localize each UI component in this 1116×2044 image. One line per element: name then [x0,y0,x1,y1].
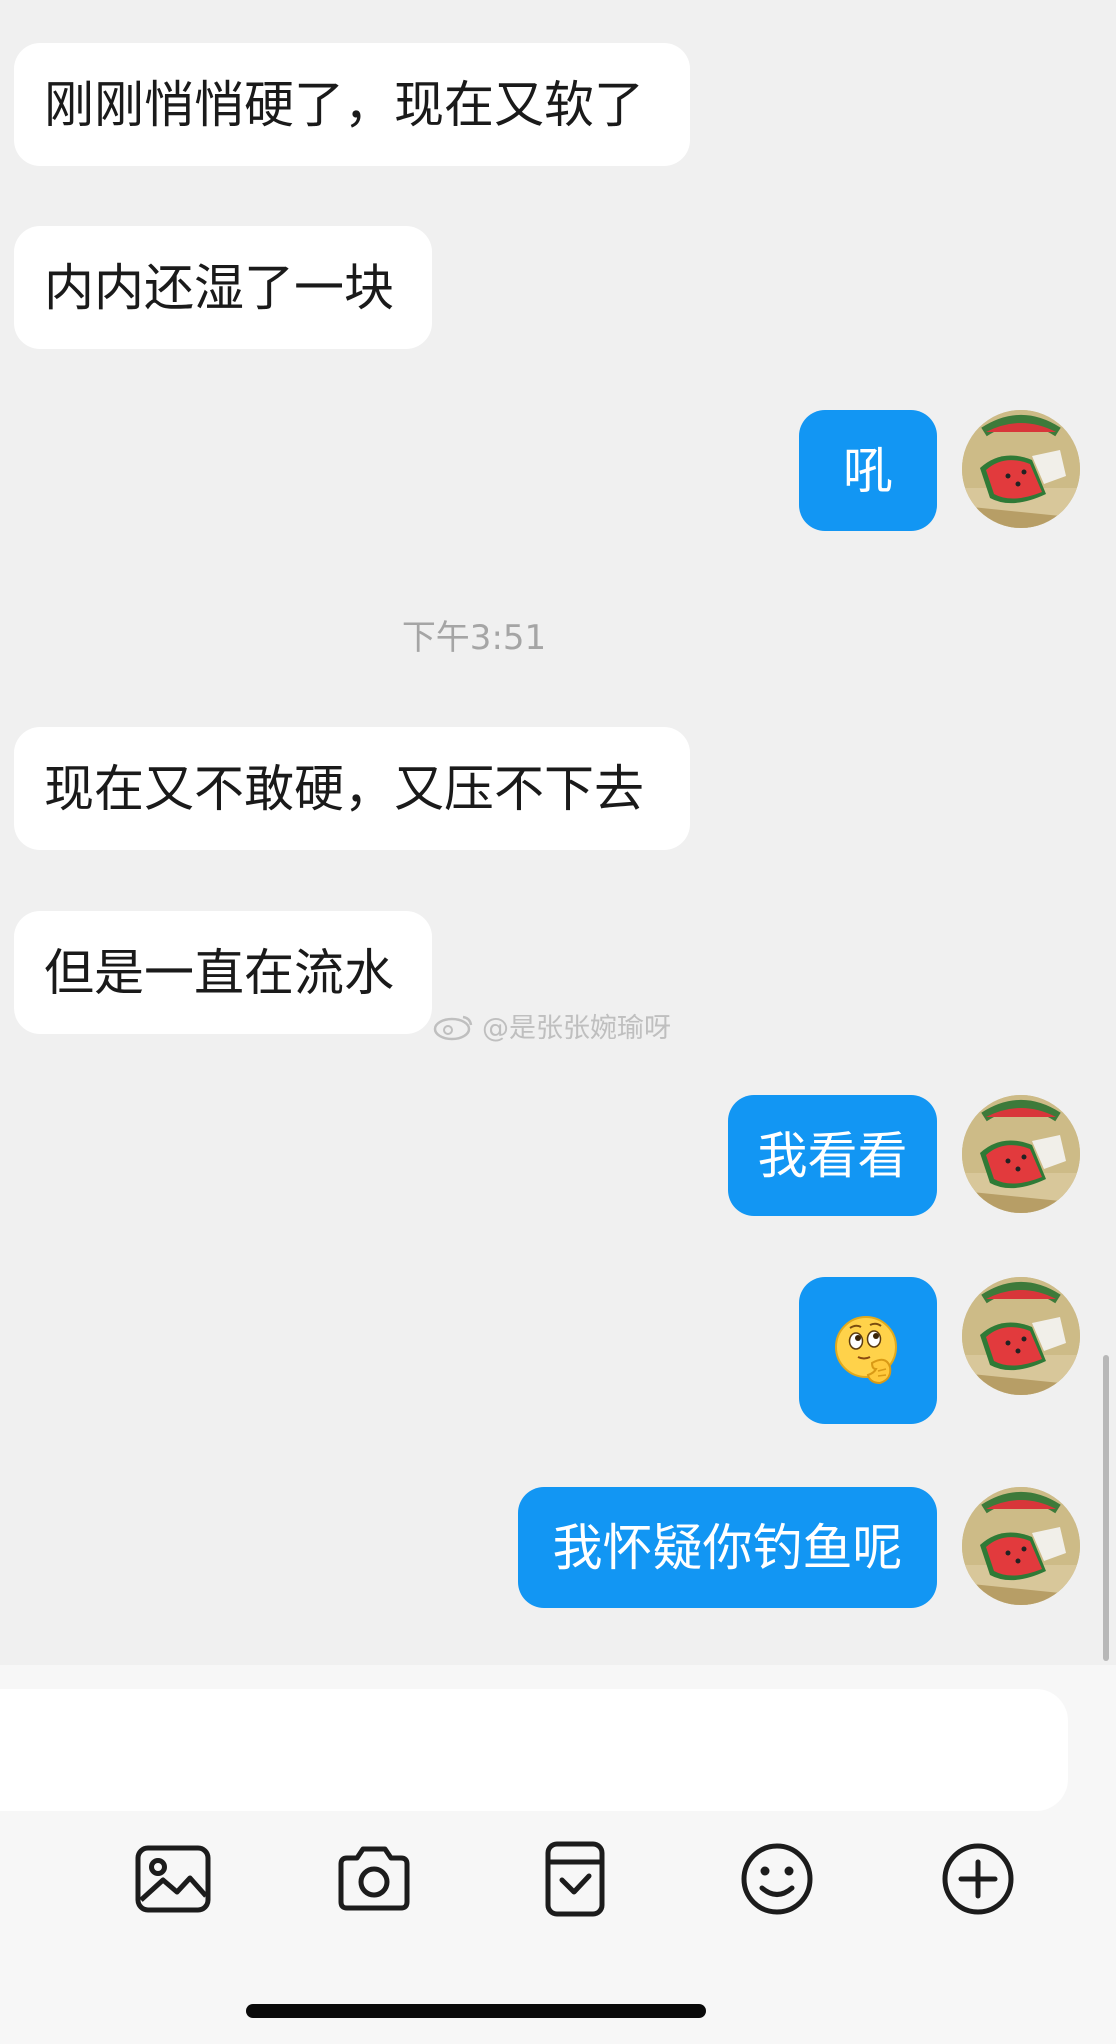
message-text: 内内还湿了一块 [44,258,394,317]
watermelon-avatar-icon [962,410,1080,528]
watermark: @是张张婉瑜呀 [432,1006,671,1045]
sticker-card-icon[interactable] [534,1838,616,1920]
image-icon[interactable] [132,1838,214,1920]
message-text: 吼 [843,441,893,500]
watermelon-avatar-icon [962,1277,1080,1395]
message-text: 但是一直在流水 [44,943,394,1002]
emoji-icon[interactable] [736,1838,818,1920]
weibo-logo-icon [433,1015,473,1040]
sticker-bubble-outgoing[interactable] [799,1277,937,1424]
avatar[interactable] [962,1277,1080,1395]
avatar[interactable] [962,1487,1080,1605]
home-indicator[interactable] [246,2004,706,2018]
chat-history[interactable]: 刚刚悄悄硬了，现在又软了 内内还湿了一块 吼 下午3:51 现在又不敢硬，又压不… [0,0,1116,1665]
message-bubble-incoming[interactable]: 刚刚悄悄硬了，现在又软了 [14,43,690,166]
message-bubble-outgoing[interactable]: 我看看 [728,1095,937,1216]
message-bubble-outgoing[interactable]: 我怀疑你钓鱼呢 [518,1487,937,1608]
message-bubble-incoming[interactable]: 内内还湿了一块 [14,226,432,349]
timestamp: 下午3:51 [401,618,547,658]
scrollbar[interactable] [1103,1355,1109,1661]
watermelon-avatar-icon [962,1095,1080,1213]
camera-icon[interactable] [333,1838,415,1920]
message-text: 刚刚悄悄硬了，现在又软了 [44,75,644,134]
message-text: 现在又不敢硬，又压不下去 [44,759,644,818]
message-bubble-incoming[interactable]: 现在又不敢硬，又压不下去 [14,727,690,850]
message-bubble-incoming[interactable]: 但是一直在流水 [14,911,432,1034]
avatar[interactable] [962,410,1080,528]
message-bubble-outgoing[interactable]: 吼 [799,410,937,531]
composer-panel [0,1665,1116,2044]
message-text: 我怀疑你钓鱼呢 [552,1518,903,1577]
message-text: 我看看 [757,1126,908,1185]
watermelon-avatar-icon [962,1487,1080,1605]
thinking-face-sticker-icon [835,1315,897,1384]
message-input[interactable] [0,1689,1068,1811]
watermark-text: @是张张婉瑜呀 [482,1013,671,1044]
add-icon[interactable] [937,1838,1019,1920]
avatar[interactable] [962,1095,1080,1213]
